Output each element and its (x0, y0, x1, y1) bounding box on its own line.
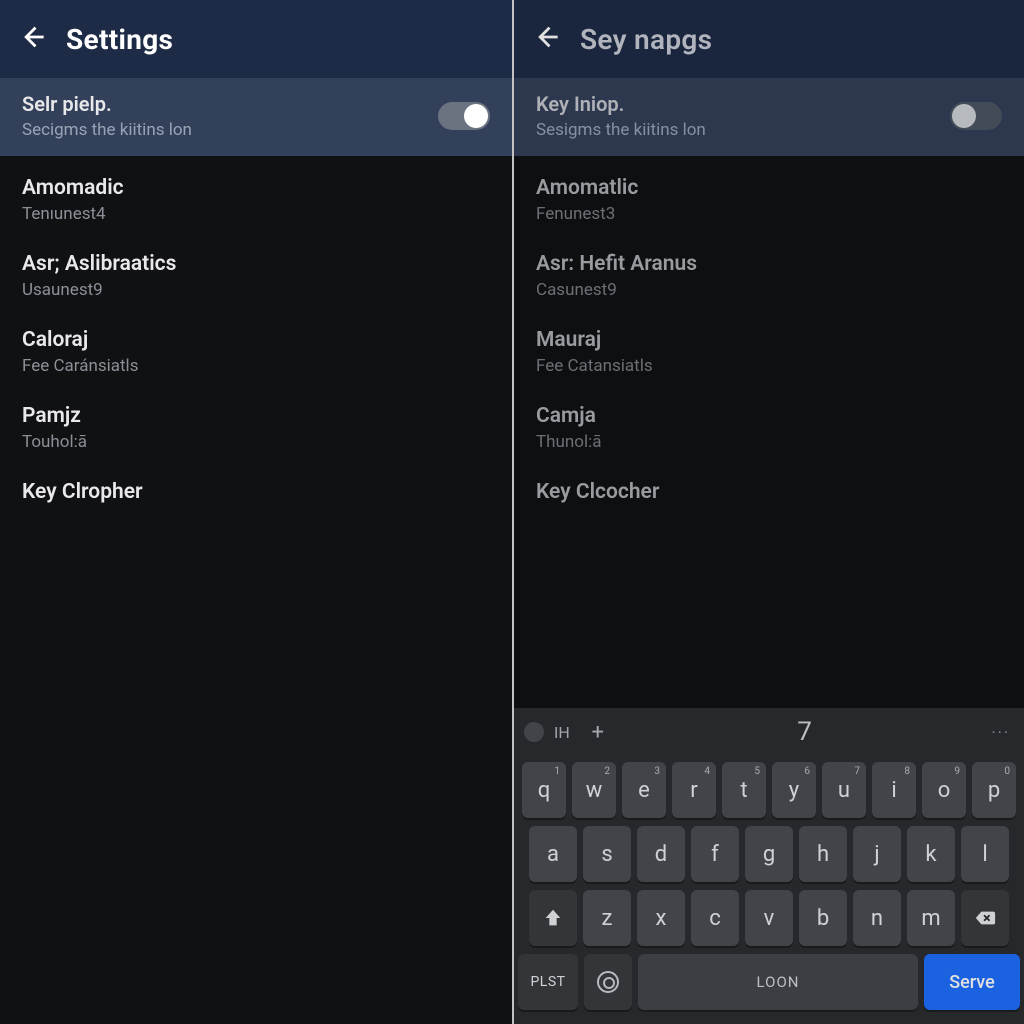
suggestion-more-icon[interactable]: ··· (991, 723, 1014, 742)
toggle-setting-row[interactable]: Key Iniop. Sesigms the kiitins lon (514, 78, 1024, 156)
settings-pane-left: Settings Selr pielp. Secigms the kiitins… (0, 0, 512, 1024)
toggle-title: Selr pielp. (22, 92, 438, 116)
item-title: Camja (536, 404, 1002, 428)
settings-pane-right: Sey napgs Key Iniop. Sesigms the kiitins… (512, 0, 1024, 1024)
item-title: Key Clcocher (536, 480, 1002, 504)
emoji-icon[interactable] (524, 722, 544, 742)
suggestion-mid[interactable]: 7 (626, 717, 984, 747)
item-subtitle: Thunol:ā (536, 432, 1002, 452)
key-f[interactable]: f (691, 826, 739, 882)
key-symbols[interactable]: PLST (518, 954, 578, 1010)
toggle-subtitle: Sesigms the kiitins lon (536, 120, 950, 140)
item-title: Asr: Hefit Aranus (536, 252, 1002, 276)
key-b[interactable]: b (799, 890, 847, 946)
keyboard-row-4: PLST LOON Serve (518, 954, 1020, 1010)
key-a[interactable]: a (529, 826, 577, 882)
topbar: Sey napgs (514, 0, 1024, 78)
back-arrow-icon[interactable] (18, 23, 46, 55)
keyboard-row-2: a s d f g h j k l (518, 826, 1020, 882)
key-u[interactable]: u7 (822, 762, 866, 818)
key-backspace[interactable] (961, 890, 1009, 946)
list-item[interactable]: Amomadic Tenıunest4 (0, 162, 512, 238)
key-w[interactable]: w2 (572, 762, 616, 818)
back-arrow-icon[interactable] (532, 23, 560, 55)
key-g[interactable]: g (745, 826, 793, 882)
key-c[interactable]: c (691, 890, 739, 946)
key-h[interactable]: h (799, 826, 847, 882)
toggle-switch[interactable] (950, 102, 1002, 130)
toggle-title: Key Iniop. (536, 92, 950, 116)
target-icon (597, 971, 619, 993)
page-title: Sey napgs (580, 23, 712, 56)
list-item[interactable]: Camja Thunol:ā (514, 390, 1024, 466)
key-s[interactable]: s (583, 826, 631, 882)
key-z[interactable]: z (583, 890, 631, 946)
item-subtitle: Usaunest9 (22, 280, 490, 300)
item-title: Amomatlic (536, 176, 1002, 200)
suggestion-left[interactable]: IH (524, 722, 570, 742)
list-item[interactable]: Mauraj Fee Catansiatls (514, 314, 1024, 390)
keyboard-suggestion-bar: IH + 7 ··· (514, 708, 1024, 756)
list-item[interactable]: Caloraj Fee Caránsiatls (0, 314, 512, 390)
key-p[interactable]: p0 (972, 762, 1016, 818)
key-v[interactable]: v (745, 890, 793, 946)
list-item[interactable]: Key Clropher (0, 466, 512, 518)
soft-keyboard: IH + 7 ··· q1 w2 e3 r4 t5 y6 u7 i8 o9 p0 (514, 708, 1024, 1024)
settings-list: Amomadic Tenıunest4 Asr; Aslibraatics Us… (0, 156, 512, 1024)
item-subtitle: Casunest9 (536, 280, 1002, 300)
toggle-subtitle: Secigms the kiitins lon (22, 120, 438, 140)
item-subtitle: Fee Catansiatls (536, 356, 1002, 376)
page-title: Settings (66, 23, 173, 56)
item-subtitle: Tenıunest4 (22, 204, 490, 224)
key-k[interactable]: k (907, 826, 955, 882)
key-action[interactable]: Serve (924, 954, 1020, 1010)
list-item[interactable]: Asr: Hefit Aranus Casunest9 (514, 238, 1024, 314)
key-r[interactable]: r4 (672, 762, 716, 818)
key-q[interactable]: q1 (522, 762, 566, 818)
key-at[interactable] (584, 954, 632, 1010)
item-title: Pamjz (22, 404, 490, 428)
item-subtitle: Touhol:ā (22, 432, 490, 452)
key-space[interactable]: LOON (638, 954, 918, 1010)
key-d[interactable]: d (637, 826, 685, 882)
list-item[interactable]: Pamjz Touhol:ā (0, 390, 512, 466)
keyboard-row-3: z x c v b n m (518, 890, 1020, 946)
toggle-setting-row[interactable]: Selr pielp. Secigms the kiitins lon (0, 78, 512, 156)
suggestion-text: IH (554, 723, 570, 742)
key-o[interactable]: o9 (922, 762, 966, 818)
key-x[interactable]: x (637, 890, 685, 946)
suggestion-plus[interactable]: + (578, 720, 618, 745)
item-title: Amomadic (22, 176, 490, 200)
key-y[interactable]: y6 (772, 762, 816, 818)
item-title: Caloraj (22, 328, 490, 352)
item-title: Mauraj (536, 328, 1002, 352)
keyboard-row-1: q1 w2 e3 r4 t5 y6 u7 i8 o9 p0 (518, 762, 1020, 818)
key-e[interactable]: e3 (622, 762, 666, 818)
key-l[interactable]: l (961, 826, 1009, 882)
list-item[interactable]: Key Clcocher (514, 466, 1024, 518)
key-shift[interactable] (529, 890, 577, 946)
list-item[interactable]: Asr; Aslibraatics Usaunest9 (0, 238, 512, 314)
key-i[interactable]: i8 (872, 762, 916, 818)
key-m[interactable]: m (907, 890, 955, 946)
item-title: Asr; Aslibraatics (22, 252, 490, 276)
item-subtitle: Fee Caránsiatls (22, 356, 490, 376)
key-n[interactable]: n (853, 890, 901, 946)
list-item[interactable]: Amomatlic Fenunest3 (514, 162, 1024, 238)
key-j[interactable]: j (853, 826, 901, 882)
item-title: Key Clropher (22, 480, 490, 504)
item-subtitle: Fenunest3 (536, 204, 1002, 224)
toggle-switch[interactable] (438, 102, 490, 130)
topbar: Settings (0, 0, 512, 78)
key-t[interactable]: t5 (722, 762, 766, 818)
